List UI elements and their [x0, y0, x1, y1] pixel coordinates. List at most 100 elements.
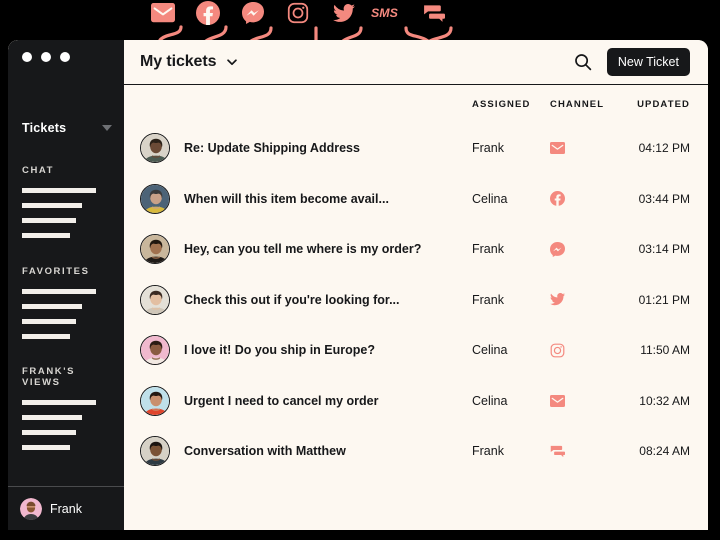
ticket-updated: 03:44 PM: [638, 191, 690, 206]
facebook-icon: [550, 191, 565, 207]
email-icon: [550, 142, 565, 155]
ticket-assignee: Celina: [472, 393, 508, 408]
sidebar-item-list: [22, 289, 112, 339]
ticket-channel-cell: [550, 293, 624, 306]
ticket-subject-cell: Check this out if you're looking for...: [140, 284, 472, 315]
ticket-assignee: Frank: [472, 292, 504, 307]
ticket-subject-cell: I love it! Do you ship in Europe?: [140, 335, 472, 366]
channel-strip-chat-icon: [416, 0, 452, 30]
ticket-assignee: Celina: [472, 191, 508, 206]
email-icon: [145, 0, 181, 26]
ticket-subject: Re: Update Shipping Address: [184, 141, 360, 156]
sidebar-section-frank-s-views: FRANK'S VIEWS: [22, 366, 112, 460]
table-row[interactable]: Check this out if you're looking for... …: [124, 275, 690, 326]
page-title-dropdown[interactable]: My tickets: [140, 53, 239, 71]
sms-icon: SMS: [371, 0, 407, 26]
instagram-icon: [550, 343, 565, 358]
ticket-updated: 01:21 PM: [638, 292, 690, 307]
instagram-icon: [280, 0, 316, 26]
channel-icon-strip: SMS: [0, 0, 720, 45]
workspace-label: Tickets: [22, 121, 67, 135]
messenger-icon: [550, 241, 565, 257]
sidebar-section-favorites: FAVORITES: [22, 266, 112, 349]
current-user[interactable]: Frank: [8, 487, 124, 530]
ticket-channel-cell: [550, 394, 624, 407]
table-row[interactable]: Re: Update Shipping Address Frank 04:12 …: [124, 123, 690, 174]
sidebar-item[interactable]: [22, 400, 96, 405]
current-user-name: Frank: [50, 501, 82, 516]
sidebar: Tickets CHAT FAVORITES FRANK'S VIEWS Frank: [8, 40, 124, 530]
facebook-icon: [190, 0, 226, 26]
channel-strip-facebook-icon: [190, 0, 226, 30]
table-row[interactable]: When will this item become avail... Celi…: [124, 174, 690, 225]
ticket-assignee: Frank: [472, 141, 504, 156]
top-bar: My tickets New Ticket: [124, 40, 708, 85]
ticket-subject-cell: Re: Update Shipping Address: [140, 133, 472, 164]
minimize-button[interactable]: [41, 52, 51, 62]
window-traffic-lights[interactable]: [22, 52, 70, 62]
column-header-assigned: ASSIGNED: [472, 98, 531, 110]
maximize-button[interactable]: [60, 52, 70, 62]
sidebar-item[interactable]: [22, 289, 96, 294]
ticket-subject: Hey, can you tell me where is my order?: [184, 242, 422, 257]
ticket-updated: 08:24 AM: [639, 444, 690, 459]
avatar: [140, 385, 170, 416]
ticket-assignee: Frank: [472, 242, 504, 257]
avatar: [140, 335, 170, 366]
ticket-subject: Check this out if you're looking for...: [184, 292, 400, 307]
channel-strip-email-icon: [145, 0, 181, 30]
app-window: Tickets CHAT FAVORITES FRANK'S VIEWS Frank: [8, 40, 708, 530]
sidebar-item[interactable]: [22, 218, 76, 223]
sidebar-item[interactable]: [22, 188, 96, 193]
ticket-channel-cell: [550, 191, 624, 207]
tickets-table: ASSIGNED CHANNEL UPDATED Re: Update Ship…: [124, 85, 708, 477]
sidebar-item[interactable]: [22, 445, 70, 450]
page-title: My tickets: [140, 53, 217, 70]
chevron-down-icon: [102, 125, 112, 131]
ticket-channel-cell: [550, 445, 624, 458]
ticket-updated: 04:12 PM: [638, 141, 690, 156]
channel-strip-instagram-icon: [280, 0, 316, 30]
ticket-updated: 11:50 AM: [640, 343, 690, 358]
sidebar-item[interactable]: [22, 203, 82, 208]
messenger-icon: [235, 0, 271, 26]
ticket-subject-cell: When will this item become avail...: [140, 183, 472, 214]
table-header-row: ASSIGNED CHANNEL UPDATED: [124, 85, 690, 123]
avatar: [140, 234, 170, 265]
ticket-channel-cell: [550, 343, 624, 358]
twitter-icon: [550, 293, 565, 306]
sidebar-item[interactable]: [22, 233, 70, 238]
table-row[interactable]: Conversation with Matthew Frank 08:24 AM: [124, 426, 690, 477]
table-row[interactable]: Urgent I need to cancel my order Celina …: [124, 376, 690, 427]
ticket-subject-cell: Hey, can you tell me where is my order?: [140, 234, 472, 265]
sidebar-section-title: CHAT: [22, 165, 55, 176]
sidebar-item-list: [22, 400, 112, 450]
chat-icon: [550, 445, 565, 458]
ticket-updated: 10:32 AM: [639, 393, 690, 408]
ticket-subject: Conversation with Matthew: [184, 444, 346, 459]
twitter-icon: [326, 0, 362, 26]
ticket-subject-cell: Urgent I need to cancel my order: [140, 385, 472, 416]
channel-strip-twitter-icon: [326, 0, 362, 30]
search-icon[interactable]: [573, 52, 593, 72]
column-header-updated: UPDATED: [637, 98, 690, 110]
ticket-assignee: Frank: [472, 444, 504, 459]
channel-strip-messenger-icon: [235, 0, 271, 30]
table-row[interactable]: Hey, can you tell me where is my order? …: [124, 224, 690, 275]
chevron-down-icon: [227, 59, 238, 66]
sidebar-item[interactable]: [22, 319, 76, 324]
avatar: [140, 133, 170, 164]
sidebar-item[interactable]: [22, 334, 70, 339]
sidebar-item[interactable]: [22, 415, 82, 420]
avatar: [20, 497, 42, 520]
sidebar-item[interactable]: [22, 304, 82, 309]
new-ticket-button[interactable]: New Ticket: [606, 48, 690, 76]
table-row[interactable]: I love it! Do you ship in Europe? Celina…: [124, 325, 690, 376]
workspace-selector[interactable]: Tickets: [22, 119, 114, 137]
close-button[interactable]: [22, 52, 32, 62]
chat-icon: [416, 0, 452, 26]
ticket-updated: 03:14 PM: [638, 242, 690, 257]
sidebar-item[interactable]: [22, 430, 76, 435]
column-header-channel: CHANNEL: [550, 98, 605, 110]
email-icon: [550, 394, 565, 407]
